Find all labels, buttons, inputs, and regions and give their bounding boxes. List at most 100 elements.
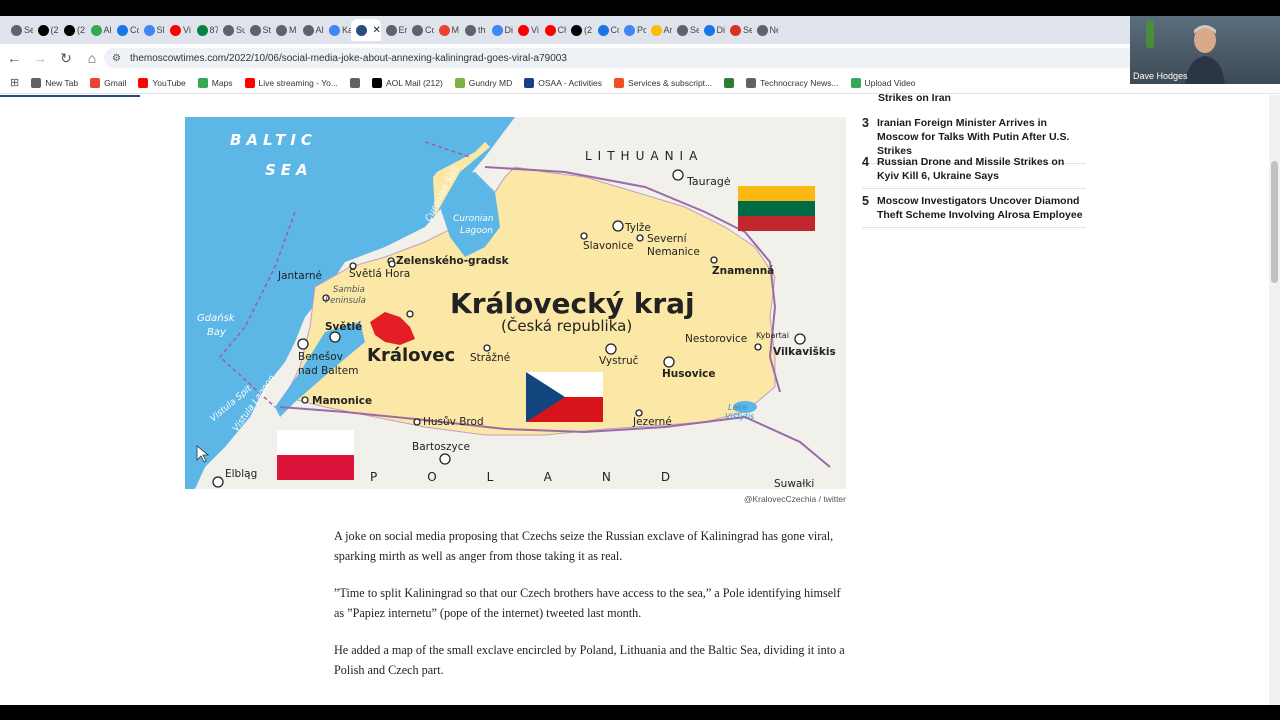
reload-button[interactable]: ↻	[54, 46, 78, 70]
bookmark-item[interactable]	[724, 77, 735, 88]
map-label: Curonian	[453, 214, 494, 224]
google-icon	[143, 24, 155, 36]
browser-tab[interactable]: Su	[218, 19, 245, 41]
tn-icon	[746, 77, 757, 88]
map-label: Husův Brod	[423, 416, 484, 428]
browser-tab[interactable]: Sli	[139, 19, 165, 41]
bookmark-item[interactable]: AOL Mail (212)	[371, 77, 443, 88]
browser-tab[interactable]: Se	[6, 19, 33, 41]
browser-tab[interactable]: St	[245, 19, 272, 41]
bookmark-item[interactable]: Gundry MD	[454, 77, 512, 88]
close-icon[interactable]: ✕	[373, 25, 381, 36]
browser-tab[interactable]: Se	[672, 19, 699, 41]
tab-label: Di	[716, 25, 726, 35]
x-icon	[37, 24, 49, 36]
tab-label: M	[451, 25, 460, 35]
browser-tab[interactable]: Ar	[646, 19, 672, 41]
bookmark-item[interactable]: Upload Video	[850, 77, 915, 88]
map-label: Královec	[367, 345, 455, 366]
x-icon	[571, 24, 582, 36]
browser-tab[interactable]: (2	[33, 19, 60, 41]
address-bar[interactable]: ⚙ themoscowtimes.com/2022/10/06/social-m…	[104, 48, 1224, 68]
map-label: LITHUANIA	[585, 149, 703, 163]
map-label: nad Baltem	[298, 365, 358, 377]
navigation-bar: ← → ↻ ⌂ ⚙ themoscowtimes.com/2022/10/06/…	[0, 44, 1280, 72]
sidebar-item-4[interactable]: 4 Russian Drone and Missile Strikes on K…	[862, 155, 1086, 189]
site-info-icon[interactable]: ⚙	[112, 53, 124, 64]
bookmark-item[interactable]: Technocracy News...	[746, 77, 839, 88]
browser-tab[interactable]: Co	[407, 19, 434, 41]
globe-icon	[302, 24, 314, 36]
bookmark-item[interactable]: Maps	[197, 77, 233, 88]
home-button[interactable]: ⌂	[80, 46, 104, 70]
sidebar-item-5[interactable]: 5 Moscow Investigators Uncover Diamond T…	[862, 194, 1086, 228]
tab-label: Se	[743, 25, 752, 35]
browser-tab[interactable]: M	[271, 19, 298, 41]
city-marker	[663, 356, 675, 368]
map-label: Sambia	[333, 285, 365, 295]
browser-tab[interactable]: Se	[725, 19, 752, 41]
sidebar-item-headline[interactable]: Moscow Investigators Uncover Diamond The…	[877, 194, 1086, 222]
browser-tab[interactable]: Co	[593, 19, 619, 41]
map-label: Peninsula	[325, 296, 366, 306]
sidebar-item-headline[interactable]: Russian Drone and Missile Strikes on Kyi…	[877, 155, 1086, 183]
scrollbar-thumb[interactable]	[1271, 161, 1278, 283]
youtube-icon	[170, 24, 181, 36]
browser-tab[interactable]: 87	[192, 19, 218, 41]
sidebar-item-headline[interactable]: Iranian Foreign Minister Arrives in Mosc…	[877, 116, 1086, 158]
browser-tab[interactable]: Co	[112, 19, 139, 41]
browser-tab[interactable]: Ka	[324, 19, 351, 41]
map-label: Světlé	[325, 321, 362, 333]
browser-tab[interactable]: Di	[487, 19, 513, 41]
bookmark-item[interactable]: New Tab	[31, 77, 78, 88]
bookmark-item[interactable]	[349, 77, 360, 88]
sidebar-partial-headline[interactable]: Strikes on Iran	[878, 92, 951, 104]
browser-tab[interactable]: Al	[86, 19, 113, 41]
browser-tab[interactable]: Di	[699, 19, 726, 41]
browser-tab[interactable]: th	[460, 19, 487, 41]
header-accent-line	[0, 95, 140, 97]
apps-grid-icon[interactable]: ⊞	[10, 76, 19, 89]
tab-label: Ka	[342, 25, 351, 35]
browser-tab[interactable]: ✕	[350, 19, 381, 41]
bookmark-item[interactable]: YouTube	[138, 77, 186, 88]
gear-icon	[11, 24, 22, 36]
bookmark-item[interactable]: OSAA - Activities	[524, 77, 602, 88]
tab-label: Se	[24, 25, 33, 35]
tab-label: th	[478, 25, 486, 35]
browser-tab[interactable]: Al	[298, 19, 325, 41]
browser-tab[interactable]: Ne	[752, 19, 779, 41]
bookmark-label: Gmail	[104, 77, 127, 88]
forward-button[interactable]: →	[28, 46, 52, 70]
map-label: BALTIC	[230, 131, 317, 149]
browser-tab[interactable]: (2	[59, 19, 86, 41]
browser-tab[interactable]: Vi	[165, 19, 192, 41]
hat-icon	[412, 24, 423, 36]
bookmark-item[interactable]: Gmail	[90, 77, 127, 88]
map-label: Znamenná	[712, 265, 774, 277]
tab-label: Ne	[769, 25, 779, 35]
map-label: Elbląg	[225, 468, 257, 480]
tab-label: Vi	[183, 25, 191, 35]
bookmark-item[interactable]: Live streaming - Yo...	[244, 77, 338, 88]
x-icon	[64, 24, 75, 36]
poland-flag	[277, 430, 354, 480]
vertical-scrollbar[interactable]	[1269, 95, 1280, 705]
bookmark-item[interactable]: Services & subscript...	[614, 77, 712, 88]
back-button[interactable]: ←	[2, 46, 26, 70]
tab-label: St	[262, 25, 272, 35]
browser-tab[interactable]: M	[434, 19, 461, 41]
browser-tab[interactable]: Vi	[513, 19, 540, 41]
browser-tab[interactable]: Ch	[540, 19, 566, 41]
browser-tab[interactable]: (2	[566, 19, 593, 41]
map-label: Vilkaviškis	[773, 346, 836, 358]
tab-label: Al	[103, 25, 112, 35]
browser-tab[interactable]: Pc	[619, 19, 646, 41]
map-label: POLAND	[370, 470, 720, 484]
osaa-icon	[524, 77, 535, 88]
browser-tab[interactable]: Er	[381, 19, 407, 41]
article-paragraph: He added a map of the small exclave enci…	[334, 643, 845, 677]
map-label: Vystruč	[599, 355, 639, 367]
czech-flag	[526, 372, 603, 422]
presenter-name: Dave Hodges	[1133, 71, 1188, 81]
